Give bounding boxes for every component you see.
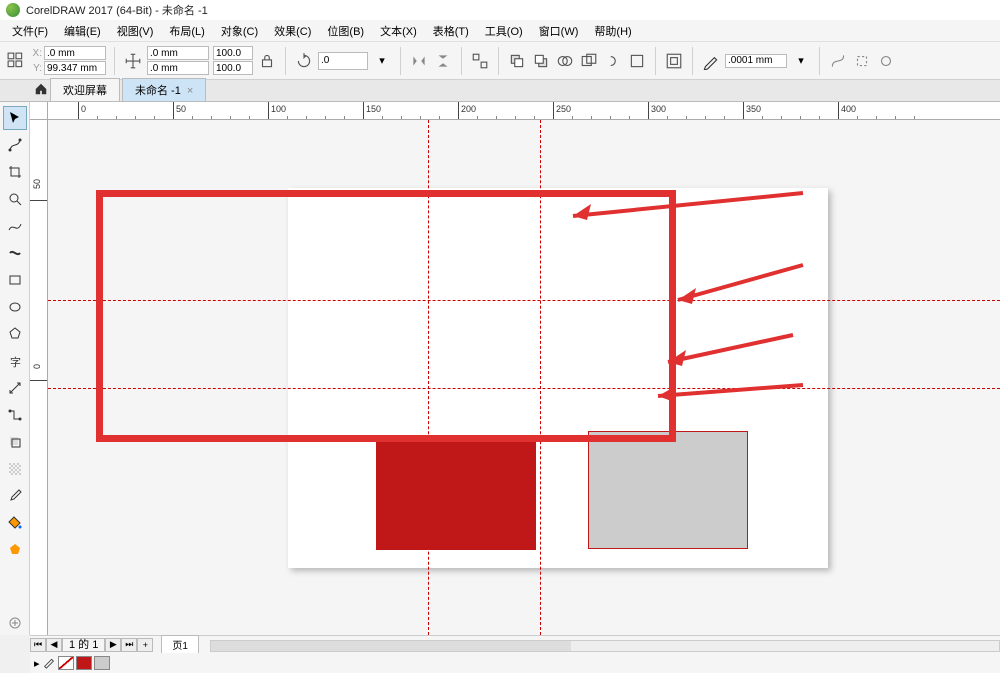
- rotation-icon: [294, 51, 314, 71]
- outline-dropdown[interactable]: ▾: [791, 51, 811, 71]
- lock-ratio-icon[interactable]: [257, 51, 277, 71]
- edit-fill-icon[interactable]: [42, 655, 56, 672]
- menu-view[interactable]: 视图(V): [109, 23, 162, 39]
- annotation-arrow: [648, 330, 798, 370]
- swatch-grey[interactable]: [94, 656, 110, 670]
- trim-icon[interactable]: [579, 51, 599, 71]
- fill-tool[interactable]: [3, 511, 27, 535]
- ruler-origin[interactable]: [30, 102, 48, 120]
- menu-effects[interactable]: 效果(C): [266, 23, 319, 39]
- close-tab-icon[interactable]: ×: [187, 85, 193, 97]
- mirror-v-icon[interactable]: [433, 51, 453, 71]
- smart-fill-tool[interactable]: [3, 538, 27, 562]
- order-front-icon[interactable]: [507, 51, 527, 71]
- pick-tool[interactable]: [3, 106, 27, 130]
- annotation-arrow: [638, 380, 808, 405]
- vertical-ruler[interactable]: 500: [30, 120, 48, 635]
- menu-bar: 文件(F) 编辑(E) 视图(V) 布局(L) 对象(C) 效果(C) 位图(B…: [0, 20, 1000, 42]
- zoom-tool[interactable]: [3, 187, 27, 211]
- grey-rectangle[interactable]: [588, 431, 748, 549]
- page-counter: 1 的 1: [62, 638, 105, 652]
- page-last-button[interactable]: ⏭: [121, 638, 137, 652]
- size-icon: [123, 51, 143, 71]
- connector-tool[interactable]: [3, 403, 27, 427]
- y-label: Y:: [30, 63, 42, 74]
- palette-arrow-icon[interactable]: ▸: [34, 657, 40, 670]
- horizontal-ruler[interactable]: 050100150200250300350400: [48, 102, 1000, 120]
- rotation-spinner[interactable]: ▾: [372, 51, 392, 71]
- rectangle-tool[interactable]: [3, 268, 27, 292]
- polygon-tool[interactable]: [3, 322, 27, 346]
- color-palette-bar: ▸: [30, 653, 1000, 673]
- horizontal-scrollbar[interactable]: [210, 639, 1000, 653]
- quick-customize-icon[interactable]: [3, 611, 27, 635]
- ellipse-tool[interactable]: [3, 295, 27, 319]
- artistic-media-tool[interactable]: [3, 241, 27, 265]
- page-tab[interactable]: 页1: [161, 635, 199, 654]
- menu-tools[interactable]: 工具(O): [477, 23, 531, 39]
- annotation-arrow: [548, 188, 808, 228]
- toolbox: 字: [0, 102, 30, 635]
- annotation-arrow: [658, 260, 808, 310]
- menu-text[interactable]: 文本(X): [372, 23, 425, 39]
- menu-bitmap[interactable]: 位图(B): [319, 23, 372, 39]
- combine-icon[interactable]: [664, 51, 684, 71]
- order-back-icon[interactable]: [531, 51, 551, 71]
- rotation-input[interactable]: [318, 52, 368, 70]
- page-next-button[interactable]: ▶: [105, 638, 121, 652]
- swatch-none[interactable]: [58, 656, 74, 670]
- object-position-icon[interactable]: [6, 51, 26, 71]
- menu-edit[interactable]: 编辑(E): [56, 23, 109, 39]
- eyedropper-tool[interactable]: [3, 484, 27, 508]
- menu-table[interactable]: 表格(T): [425, 23, 477, 39]
- tab-document[interactable]: 未命名 -1×: [122, 78, 206, 101]
- x-label: X:: [30, 48, 42, 59]
- menu-layout[interactable]: 布局(L): [161, 23, 212, 39]
- parallel-dim-tool[interactable]: [3, 376, 27, 400]
- home-icon[interactable]: [34, 82, 48, 96]
- text-tool[interactable]: 字: [3, 349, 27, 373]
- shape-tool[interactable]: [3, 133, 27, 157]
- height-input[interactable]: [147, 61, 209, 75]
- x-input[interactable]: [44, 46, 106, 60]
- menu-file[interactable]: 文件(F): [4, 23, 56, 39]
- y-input[interactable]: [44, 61, 106, 75]
- convert-curves-icon[interactable]: [828, 51, 848, 71]
- outline-pen-icon: [701, 51, 721, 71]
- page-add-button[interactable]: +: [137, 638, 153, 652]
- align-icon[interactable]: [470, 51, 490, 71]
- red-filled-rectangle[interactable]: [376, 440, 536, 550]
- canvas[interactable]: [48, 120, 1000, 635]
- document-tabs: 欢迎屏幕 未命名 -1×: [0, 80, 1000, 102]
- swatch-red[interactable]: [76, 656, 92, 670]
- status-bar: ⏮ ◀ 1 的 1 ▶ ⏭ + 页1: [30, 635, 1000, 653]
- weld-icon[interactable]: [555, 51, 575, 71]
- snap-icon[interactable]: [852, 51, 872, 71]
- drop-shadow-tool[interactable]: [3, 430, 27, 454]
- scale-y-input[interactable]: [213, 61, 253, 75]
- crop-tool[interactable]: [3, 160, 27, 184]
- outline-width-input[interactable]: [725, 54, 787, 68]
- width-input[interactable]: [147, 46, 209, 60]
- property-bar: X: Y: ▾ ▾: [0, 42, 1000, 80]
- page-first-button[interactable]: ⏮: [30, 638, 46, 652]
- mirror-h-icon[interactable]: [409, 51, 429, 71]
- freehand-tool[interactable]: [3, 214, 27, 238]
- transparency-tool[interactable]: [3, 457, 27, 481]
- menu-object[interactable]: 对象(C): [213, 23, 266, 39]
- page-navigator: ⏮ ◀ 1 的 1 ▶ ⏭ +: [30, 638, 153, 652]
- options-icon[interactable]: [876, 51, 896, 71]
- scale-x-input[interactable]: [213, 46, 253, 60]
- page-prev-button[interactable]: ◀: [46, 638, 62, 652]
- simplify-icon[interactable]: [627, 51, 647, 71]
- window-title: CorelDRAW 2017 (64-Bit) - 未命名 -1: [26, 2, 208, 18]
- intersect-icon[interactable]: [603, 51, 623, 71]
- app-icon: [6, 3, 20, 17]
- menu-window[interactable]: 窗口(W): [531, 23, 587, 39]
- workspace: 050100150200250300350400 500: [30, 102, 1000, 635]
- svg-text:字: 字: [10, 355, 21, 369]
- tab-welcome[interactable]: 欢迎屏幕: [50, 78, 120, 101]
- menu-help[interactable]: 帮助(H): [586, 23, 639, 39]
